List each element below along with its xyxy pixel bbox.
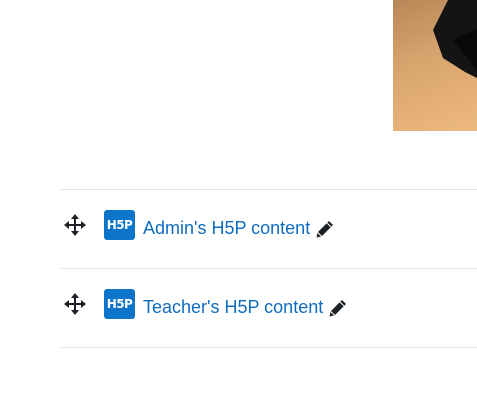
pencil-icon[interactable] — [316, 220, 334, 238]
move-icon[interactable] — [64, 293, 86, 315]
activity-name-label: Admin's H5P content — [143, 218, 311, 238]
h5p-icon: H5P — [104, 210, 135, 240]
image-thumbnail — [393, 0, 477, 131]
move-icon[interactable] — [64, 214, 86, 236]
pencil-icon[interactable] — [329, 299, 347, 317]
activity-list: H5P Admin's H5P content H5P Teacher's H5… — [61, 189, 477, 348]
h5p-icon: H5P — [104, 289, 135, 319]
activity-link[interactable]: Admin's H5P content — [143, 216, 334, 240]
activity-item-teacher-h5p: H5P Teacher's H5P content — [61, 268, 477, 348]
activity-link[interactable]: Teacher's H5P content — [143, 295, 347, 319]
activity-item-admin-h5p: H5P Admin's H5P content — [61, 189, 477, 268]
activity-name-label: Teacher's H5P content — [143, 297, 324, 317]
